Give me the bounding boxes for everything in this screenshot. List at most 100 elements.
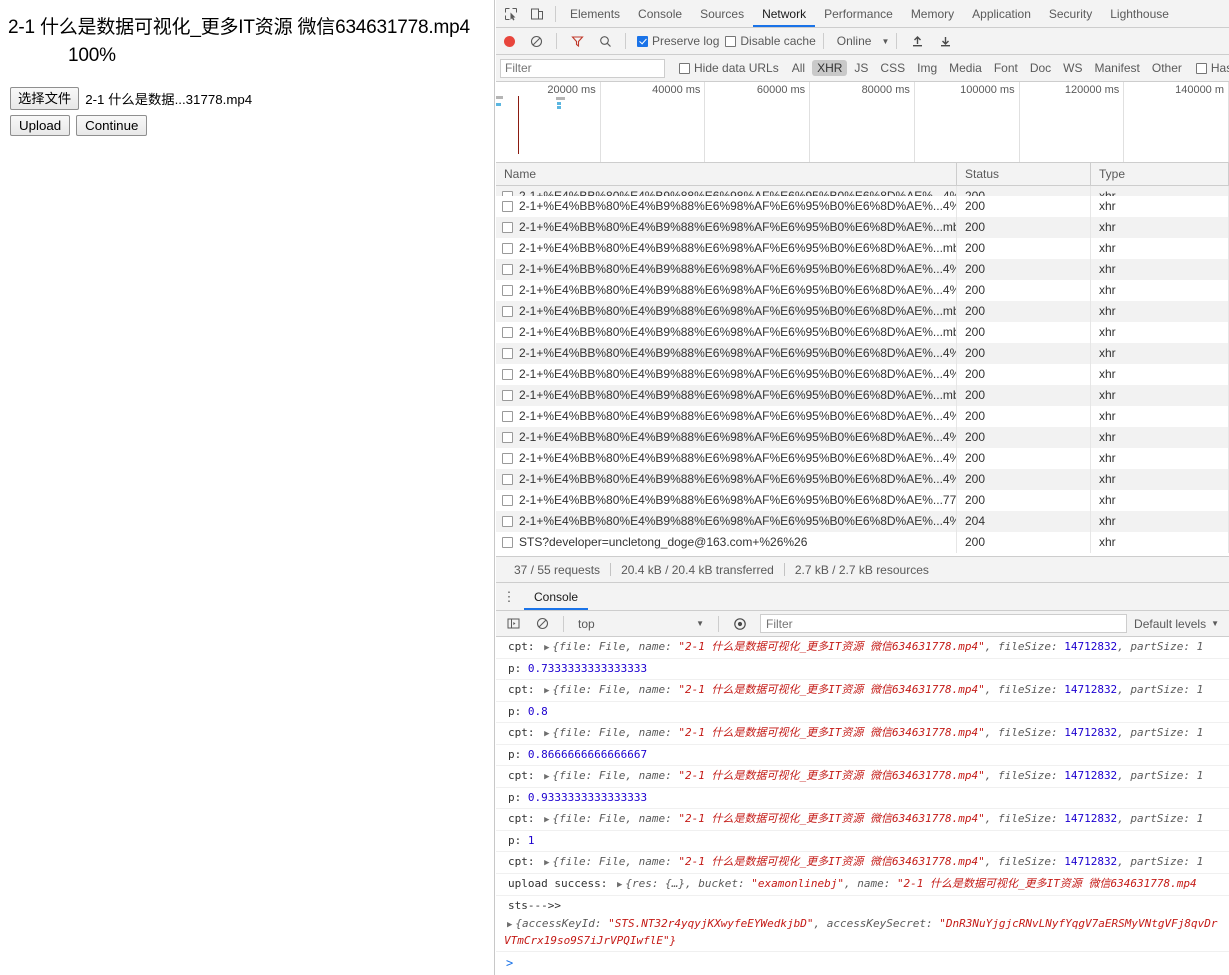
row-checkbox-icon[interactable] — [502, 222, 513, 233]
continue-button[interactable]: Continue — [76, 115, 148, 137]
row-checkbox-icon[interactable] — [502, 432, 513, 443]
preserve-log-checkbox[interactable]: Preserve log — [637, 34, 719, 48]
type-filter-font[interactable]: Font — [989, 60, 1023, 76]
console-log-progress[interactable]: p: 1 — [496, 831, 1229, 852]
row-checkbox-icon[interactable] — [502, 348, 513, 359]
console-message-list[interactable]: cpt: ▶ {file: File, name: "2-1 什么是数据可视化_更… — [496, 637, 1229, 975]
table-row[interactable]: 2-1+%E4%BB%80%E4%B9%88%E6%98%AF%E6%95%B0… — [496, 217, 1229, 238]
console-log-sts-label[interactable]: sts--->> — [496, 896, 1229, 914]
table-row[interactable]: 2-1+%E4%BB%80%E4%B9%88%E6%98%AF%E6%95%B0… — [496, 490, 1229, 511]
drawer-tab-console[interactable]: Console — [524, 584, 588, 610]
choose-file-button[interactable]: 选择文件 — [10, 87, 80, 111]
table-row[interactable]: 2-1+%E4%BB%80%E4%B9%88%E6%98%AF%E6%95%B0… — [496, 427, 1229, 448]
table-row[interactable]: 2-1+%E4%BB%80%E4%B9%88%E6%98%AF%E6%95%B0… — [496, 406, 1229, 427]
table-row[interactable]: 2-1+%E4%BB%80%E4%B9%88%E6%98%AF%E6%95%B0… — [496, 511, 1229, 532]
network-filter-input[interactable] — [500, 58, 665, 78]
export-har-icon[interactable] — [932, 29, 958, 54]
row-checkbox-icon[interactable] — [502, 453, 513, 464]
table-row[interactable]: 2-1+%E4%BB%80%E4%B9%88%E6%98%AF%E6%95%B0… — [496, 259, 1229, 280]
row-checkbox-icon[interactable] — [502, 285, 513, 296]
type-filter-all[interactable]: All — [787, 60, 810, 76]
console-log-progress[interactable]: p: 0.7333333333333333 — [496, 659, 1229, 680]
console-log-upload-success[interactable]: upload success: ▶ {res: {…}, bucket: "exa… — [496, 874, 1229, 896]
table-row[interactable]: 2-1+%E4%BB%80%E4%B9%88%E6%98%AF%E6%95%B0… — [496, 280, 1229, 301]
log-levels-select[interactable]: Default levels ▼ — [1134, 617, 1229, 631]
row-checkbox-icon[interactable] — [502, 243, 513, 254]
row-checkbox-icon[interactable] — [502, 327, 513, 338]
console-filter-input[interactable] — [760, 614, 1128, 633]
tab-sources[interactable]: Sources — [691, 1, 753, 27]
column-header-name[interactable]: Name — [496, 163, 957, 185]
has-blocked-cookies-checkbox[interactable]: Has bloc — [1195, 61, 1229, 75]
search-icon[interactable] — [592, 29, 618, 54]
tab-application[interactable]: Application — [963, 1, 1040, 27]
type-filter-doc[interactable]: Doc — [1025, 60, 1056, 76]
console-prompt[interactable]: > — [496, 952, 1229, 970]
record-icon[interactable] — [504, 35, 515, 47]
console-sidebar-icon[interactable] — [500, 611, 526, 636]
row-checkbox-icon[interactable] — [502, 495, 513, 506]
type-filter-media[interactable]: Media — [944, 60, 987, 76]
row-checkbox-icon[interactable] — [502, 474, 513, 485]
console-log-progress[interactable]: p: 0.9333333333333333 — [496, 788, 1229, 809]
clear-console-icon[interactable] — [529, 611, 555, 636]
table-row[interactable]: STS?developer=uncletong_doge@163.com+%26… — [496, 532, 1229, 553]
row-checkbox-icon[interactable] — [502, 201, 513, 212]
import-har-icon[interactable] — [904, 29, 930, 54]
row-checkbox-icon[interactable] — [502, 411, 513, 422]
tab-security[interactable]: Security — [1040, 1, 1101, 27]
tab-elements[interactable]: Elements — [561, 1, 629, 27]
console-log-cpt[interactable]: cpt: ▶ {file: File, name: "2-1 什么是数据可视化_更… — [496, 852, 1229, 874]
more-options-icon[interactable]: ⋮ — [500, 590, 518, 603]
table-row[interactable]: 2-1+%E4%BB%80%E4%B9%88%E6%98%AF%E6%95%B0… — [496, 385, 1229, 406]
clear-icon[interactable] — [523, 29, 549, 54]
table-row[interactable]: 2-1+%E4%BB%80%E4%B9%88%E6%98%AF%E6%95%B0… — [496, 448, 1229, 469]
type-filter-manifest[interactable]: Manifest — [1090, 60, 1145, 76]
row-checkbox-icon[interactable] — [502, 537, 513, 548]
type-filter-js[interactable]: JS — [849, 60, 873, 76]
row-checkbox-icon[interactable] — [502, 516, 513, 527]
execution-context-select[interactable]: top ▼ — [572, 617, 710, 631]
tab-performance[interactable]: Performance — [815, 1, 902, 27]
table-row[interactable]: 2-1+%E4%BB%80%E4%B9%88%E6%98%AF%E6%95%B0… — [496, 238, 1229, 259]
live-expression-eye-icon[interactable] — [727, 611, 753, 636]
tab-lighthouse[interactable]: Lighthouse — [1101, 1, 1178, 27]
column-header-type[interactable]: Type — [1091, 163, 1229, 185]
table-row[interactable]: 2-1+%E4%BB%80%E4%B9%88%E6%98%AF%E6%95%B0… — [496, 343, 1229, 364]
row-checkbox-icon[interactable] — [502, 306, 513, 317]
filter-funnel-icon[interactable] — [564, 29, 590, 54]
tab-console[interactable]: Console — [629, 1, 691, 27]
type-filter-img[interactable]: Img — [912, 60, 942, 76]
tab-memory[interactable]: Memory — [902, 1, 963, 27]
row-checkbox-icon[interactable] — [502, 264, 513, 275]
type-filter-xhr[interactable]: XHR — [812, 60, 848, 76]
column-header-status[interactable]: Status — [957, 163, 1091, 185]
type-filter-other[interactable]: Other — [1147, 60, 1187, 76]
type-filter-ws[interactable]: WS — [1058, 60, 1087, 76]
table-row[interactable]: 2-1+%E4%BB%80%E4%B9%88%E6%98%AF%E6%95%B0… — [496, 301, 1229, 322]
tab-network[interactable]: Network — [753, 1, 815, 27]
upload-button[interactable]: Upload — [10, 115, 71, 137]
console-log-cpt[interactable]: cpt: ▶ {file: File, name: "2-1 什么是数据可视化_更… — [496, 723, 1229, 745]
hide-data-urls-checkbox[interactable]: Hide data URLs — [679, 61, 779, 75]
console-log-cpt[interactable]: cpt: ▶ {file: File, name: "2-1 什么是数据可视化_更… — [496, 680, 1229, 702]
table-row[interactable]: 2-1+%E4%BB%80%E4%B9%88%E6%98%AF%E6%95%B0… — [496, 186, 1229, 196]
console-log-progress[interactable]: p: 0.8666666666666667 — [496, 745, 1229, 766]
console-log-progress[interactable]: p: 0.8 — [496, 702, 1229, 723]
table-row[interactable]: 2-1+%E4%BB%80%E4%B9%88%E6%98%AF%E6%95%B0… — [496, 364, 1229, 385]
table-row[interactable]: 2-1+%E4%BB%80%E4%B9%88%E6%98%AF%E6%95%B0… — [496, 322, 1229, 343]
type-filter-css[interactable]: CSS — [875, 60, 910, 76]
disable-cache-checkbox[interactable]: Disable cache — [725, 34, 816, 48]
row-checkbox-icon[interactable] — [502, 390, 513, 401]
network-overview-timeline[interactable]: 20000 ms 40000 ms 60000 ms 80000 ms 1000… — [496, 82, 1229, 163]
network-request-list[interactable]: 2-1+%E4%BB%80%E4%B9%88%E6%98%AF%E6%95%B0… — [496, 186, 1229, 556]
table-row[interactable]: 2-1+%E4%BB%80%E4%B9%88%E6%98%AF%E6%95%B0… — [496, 469, 1229, 490]
console-log-cpt[interactable]: cpt: ▶ {file: File, name: "2-1 什么是数据可视化_更… — [496, 766, 1229, 788]
device-toolbar-icon[interactable] — [524, 1, 550, 26]
throttling-select[interactable]: Online ▼ — [837, 34, 890, 48]
console-log-cpt[interactable]: cpt: ▶ {file: File, name: "2-1 什么是数据可视化_更… — [496, 809, 1229, 831]
row-checkbox-icon[interactable] — [502, 369, 513, 380]
inspect-element-icon[interactable] — [498, 1, 524, 26]
console-log-cpt[interactable]: cpt: ▶ {file: File, name: "2-1 什么是数据可视化_更… — [496, 637, 1229, 659]
console-log-sts-object[interactable]: ▶ {accessKeyId: "STS.NT32r4yqyjKXwyfeEYWe… — [496, 914, 1229, 952]
